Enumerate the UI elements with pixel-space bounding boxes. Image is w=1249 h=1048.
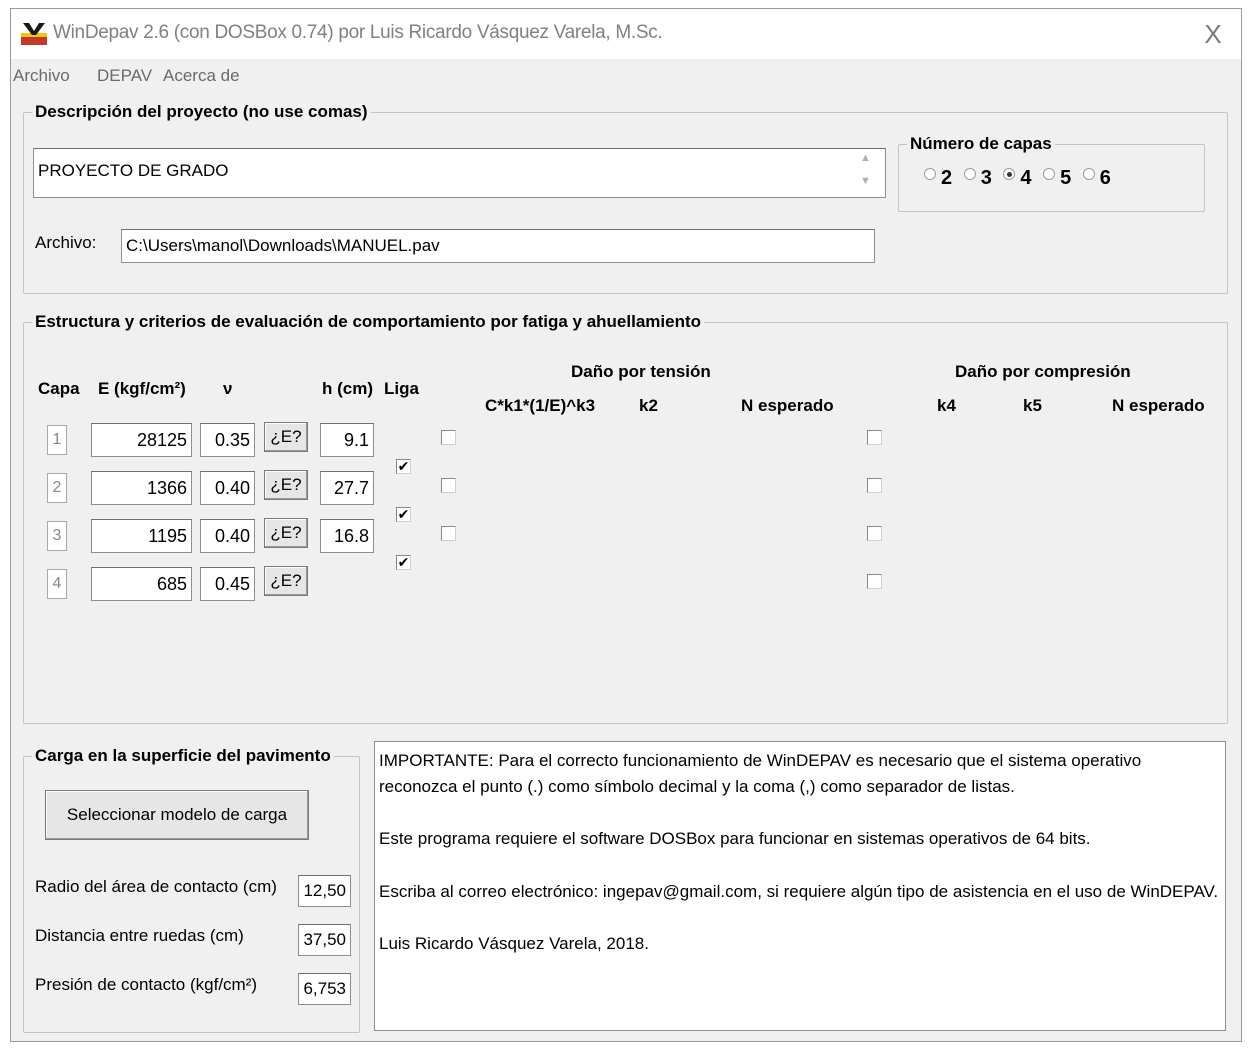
- capa-1-box: 1: [47, 425, 67, 455]
- info-contact: Escriba al correo electrónico: ingepav@g…: [379, 881, 1219, 901]
- file-path-input[interactable]: C:\Users\manol\Downloads\MANUEL.pav: [121, 229, 875, 263]
- info-dosbox: Este programa requiere el software DOSBo…: [379, 829, 1091, 848]
- v-input-4[interactable]: 0.45: [200, 567, 255, 601]
- layers-count-legend: Número de capas: [910, 134, 1052, 153]
- header-e: E (kgf/cm²): [98, 379, 186, 398]
- e-help-button-3[interactable]: ¿E?: [264, 518, 308, 548]
- info-important: IMPORTANTE: Para el correcto funcionamie…: [379, 751, 1142, 796]
- e-help-button-1[interactable]: ¿E?: [264, 422, 308, 452]
- radio-2-label: 2: [941, 167, 953, 189]
- project-description-input[interactable]: PROYECTO DE GRADO: [33, 148, 886, 198]
- contact-pressure-label: Presión de contacto (kgf/cm²): [35, 975, 258, 994]
- header-liga: Liga: [384, 379, 419, 398]
- radio-5[interactable]: [1043, 168, 1056, 180]
- title-bar: WinDepav 2.6 (con DOSBox 0.74) por Luis …: [11, 9, 1241, 59]
- load-legend: Carga en la superficie del pavimento: [35, 746, 331, 765]
- tension-col-n: N esperado: [741, 396, 834, 415]
- tension-check-3[interactable]: [441, 526, 456, 541]
- wheel-distance-input[interactable]: 37,50: [298, 924, 351, 956]
- header-h: h (cm): [322, 379, 373, 398]
- description-scrollbar[interactable]: ▲ ▼: [858, 152, 874, 194]
- v-input-3[interactable]: 0.40: [200, 519, 255, 553]
- v-input-1[interactable]: 0.35: [200, 423, 255, 457]
- project-legend: Descripción del proyecto (no use comas): [35, 102, 368, 121]
- structure-legend: Estructura y criterios de evaluación de …: [35, 312, 702, 331]
- contact-pressure-input[interactable]: 6,753: [298, 973, 351, 1005]
- tension-title: Daño por tensión: [571, 362, 711, 381]
- h-input-1[interactable]: 9.1: [320, 423, 374, 457]
- wheel-distance-label: Distancia entre ruedas (cm): [35, 926, 244, 945]
- e-input-4[interactable]: 685: [91, 567, 192, 601]
- v-input-2[interactable]: 0.40: [200, 471, 255, 505]
- tension-col-k2: k2: [639, 396, 658, 415]
- radio-4-label: 4: [1020, 167, 1032, 189]
- radio-3[interactable]: [963, 168, 976, 180]
- menu-acerca-de[interactable]: Acerca de: [163, 66, 240, 86]
- tension-check-1[interactable]: [441, 430, 456, 445]
- e-input-3[interactable]: 1195: [91, 519, 192, 553]
- window-title: WinDepav 2.6 (con DOSBox 0.74) por Luis …: [53, 22, 663, 43]
- capa-2-box: 2: [47, 473, 67, 503]
- info-textbox[interactable]: IMPORTANTE: Para el correcto funcionamie…: [374, 741, 1226, 1031]
- capa-4-box: 4: [47, 569, 67, 599]
- info-author: Luis Ricardo Vásquez Varela, 2018.: [379, 934, 649, 953]
- compresion-col-k5: k5: [1023, 396, 1042, 415]
- radio-6-label: 6: [1099, 167, 1111, 189]
- tension-check-2[interactable]: [441, 478, 456, 493]
- h-input-2[interactable]: 27.7: [320, 471, 374, 505]
- menu-archivo[interactable]: Archivo: [13, 66, 70, 86]
- compresion-check-2[interactable]: [867, 478, 882, 493]
- compresion-check-4[interactable]: [867, 574, 882, 589]
- compresion-col-k4: k4: [937, 396, 956, 415]
- menu-depav[interactable]: DEPAV: [97, 66, 152, 86]
- scroll-down-icon[interactable]: ▼: [860, 175, 871, 187]
- app-window: WinDepav 2.6 (con DOSBox 0.74) por Luis …: [10, 8, 1242, 1042]
- close-button[interactable]: X: [1193, 15, 1233, 53]
- scroll-up-icon[interactable]: ▲: [860, 152, 871, 164]
- menu-bar: Archivo DEPAV Acerca de: [11, 61, 1241, 89]
- compresion-title: Daño por compresión: [955, 362, 1131, 381]
- radio-6[interactable]: [1082, 168, 1095, 180]
- compresion-col-n: N esperado: [1112, 396, 1205, 415]
- compresion-check-3[interactable]: [867, 526, 882, 541]
- radius-label: Radio del área de contacto (cm): [35, 877, 277, 896]
- file-label: Archivo:: [35, 233, 97, 252]
- capa-3-box: 3: [47, 521, 67, 551]
- compresion-check-1[interactable]: [867, 430, 882, 445]
- e-input-2[interactable]: 1366: [91, 471, 192, 505]
- header-v: ν: [223, 379, 233, 398]
- liga-check-2-3[interactable]: ✔: [396, 507, 411, 522]
- radio-5-label: 5: [1060, 167, 1072, 189]
- select-load-model-button[interactable]: Seleccionar modelo de carga: [45, 790, 309, 840]
- h-input-3[interactable]: 16.8: [320, 519, 374, 553]
- liga-check-3-4[interactable]: ✔: [396, 555, 411, 570]
- tension-col-k1k3: C*k1*(1/E)^k3: [485, 396, 596, 415]
- radio-3-label: 3: [980, 167, 992, 189]
- header-capa: Capa: [38, 379, 80, 398]
- layers-count-options: 2 3 4 5 6: [918, 167, 1111, 190]
- radio-4[interactable]: [1003, 168, 1016, 180]
- e-help-button-2[interactable]: ¿E?: [264, 470, 308, 500]
- liga-check-1-2[interactable]: ✔: [396, 459, 411, 474]
- radio-2[interactable]: [924, 168, 936, 180]
- e-help-button-4[interactable]: ¿E?: [264, 566, 308, 596]
- e-input-1[interactable]: 28125: [91, 423, 192, 457]
- windepav-app-icon: [21, 23, 47, 45]
- radius-input[interactable]: 12,50: [298, 875, 351, 907]
